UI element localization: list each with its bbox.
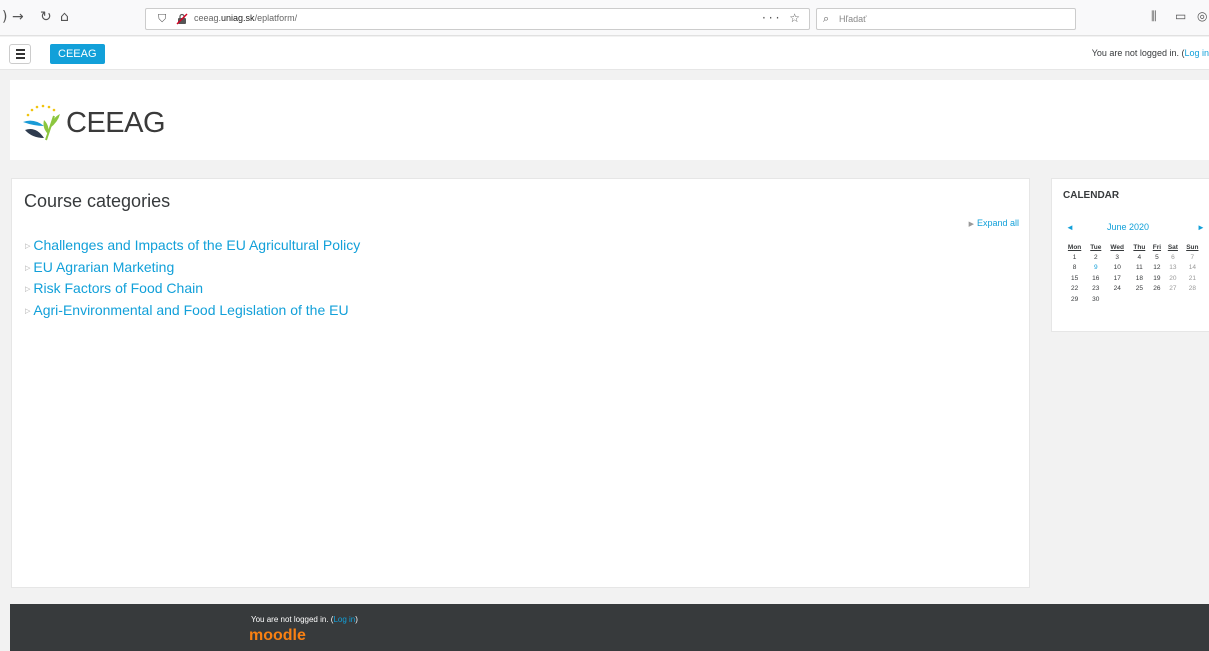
weekday-label: Sun	[1186, 244, 1199, 251]
calendar-day: 10	[1113, 264, 1121, 272]
address-bar[interactable]: ⛉ ceeag.uniag.sk/eplatform/ ··· ☆	[145, 8, 810, 30]
account-icon[interactable]: ◎	[1197, 9, 1207, 23]
calendar-day: 22	[1070, 285, 1079, 293]
menu-toggle-button[interactable]	[9, 44, 31, 64]
calendar-day: 7	[1190, 253, 1195, 261]
calendar-day: 8	[1072, 264, 1077, 272]
calendar-day: 26	[1153, 285, 1161, 293]
calendar-day: 21	[1188, 274, 1196, 282]
library-icon[interactable]: ⫼	[1151, 9, 1157, 24]
category-item[interactable]: ▷ Risk Factors of Food Chain	[25, 278, 360, 300]
calendar-day: 15	[1070, 274, 1079, 282]
calendar-grid: Mon Tue Wed Thu Fri Sat Sun 1 2 3 4 5 6 …	[1063, 243, 1203, 305]
page-header: CEEAG	[10, 80, 1209, 160]
prev-month-icon[interactable]: ◄	[1066, 223, 1074, 232]
weekday-label: Mon	[1067, 244, 1082, 251]
weekday-label: Tue	[1090, 244, 1102, 251]
calendar-day: 1	[1072, 253, 1077, 261]
weekday-label: Wed	[1110, 244, 1124, 251]
calendar-day: 12	[1153, 264, 1161, 272]
calendar-day: 24	[1113, 285, 1121, 293]
calendar-day: 17	[1113, 274, 1121, 282]
top-navbar: CEEAG You are not logged in. (Log in	[0, 37, 1209, 70]
calendar-day: 5	[1155, 253, 1159, 261]
expand-all-link[interactable]: ▶ Expand all	[969, 218, 1019, 228]
triangle-right-icon: ▷	[25, 243, 31, 250]
calendar-block: CALENDAR ◄ June 2020 ► Mon Tue Wed Thu F…	[1051, 178, 1209, 332]
calendar-day	[1150, 294, 1164, 305]
forward-arrow-icon[interactable]: →	[12, 9, 24, 25]
triangle-right-icon: ▷	[25, 286, 31, 293]
category-item[interactable]: ▷ Challenges and Impacts of the EU Agricu…	[25, 235, 360, 257]
calendar-day: 30	[1092, 295, 1100, 303]
home-icon[interactable]: ⌂	[60, 9, 69, 25]
calendar-title: CALENDAR	[1063, 190, 1120, 201]
login-info: You are not logged in. (Log in	[1091, 48, 1209, 58]
page-title: Course categories	[24, 191, 171, 211]
weekday-label: Thu	[1133, 244, 1146, 251]
weekday-label: Sat	[1167, 244, 1178, 251]
calendar-day: 6	[1171, 253, 1175, 261]
hamburger-icon	[15, 49, 25, 51]
category-item[interactable]: ▷ EU Agrarian Marketing	[25, 257, 360, 279]
category-item[interactable]: ▷ Agri-Environmental and Food Legislation…	[25, 300, 360, 322]
calendar-week-row: 1 2 3 4 5 6 7	[1063, 252, 1203, 263]
calendar-weekday-row: Mon Tue Wed Thu Fri Sat Sun	[1063, 243, 1203, 252]
page-footer: You are not logged in. (Log in) moodle	[10, 604, 1209, 651]
shield-icon[interactable]: ⛉	[158, 12, 166, 26]
triangle-right-icon: ▷	[25, 307, 31, 315]
calendar-day: 27	[1169, 285, 1177, 293]
calendar-day: 19	[1153, 274, 1161, 282]
calendar-day: 2	[1093, 253, 1098, 261]
calendar-day: 13	[1169, 264, 1177, 272]
calendar-day: 3	[1115, 253, 1119, 261]
calendar-day-today[interactable]: 9	[1086, 263, 1105, 274]
site-logo-text[interactable]: CEEAG	[66, 107, 166, 140]
calendar-day	[1129, 294, 1150, 305]
calendar-day: 14	[1188, 264, 1196, 272]
category-list: ▷ Challenges and Impacts of the EU Agricu…	[25, 235, 360, 321]
page-actions-icon[interactable]: ··· ☆	[762, 11, 803, 25]
calendar-day: 23	[1092, 285, 1100, 293]
moodle-logo[interactable]: moodle	[249, 627, 306, 645]
triangle-right-icon: ▶	[968, 221, 974, 228]
calendar-week-row: 29 30	[1063, 294, 1203, 305]
calendar-day: 29	[1070, 295, 1079, 303]
sidebar-icon[interactable]: ▭	[1175, 9, 1186, 23]
calendar-month-link[interactable]: June 2020	[1107, 222, 1149, 232]
weekday-label: Fri	[1152, 244, 1162, 251]
browser-toolbar: ) → ↻ ⌂ ⛉ ceeag.uniag.sk/eplatform/ ··· …	[0, 0, 1209, 36]
back-arrow-icon[interactable]: )	[2, 9, 7, 25]
calendar-day: 11	[1135, 264, 1143, 272]
calendar-day	[1182, 294, 1203, 305]
calendar-week-row: 8 9 10 11 12 13 14	[1063, 263, 1203, 274]
calendar-day	[1164, 294, 1182, 305]
footer-login-link[interactable]: Log in	[333, 615, 355, 624]
calendar-day: 18	[1135, 274, 1143, 282]
next-month-icon[interactable]: ►	[1197, 223, 1205, 232]
search-placeholder: Hľadať	[839, 14, 867, 24]
calendar-day: 4	[1137, 253, 1142, 261]
calendar-day: 20	[1169, 274, 1177, 282]
url-text[interactable]: ceeag.uniag.sk/eplatform/	[194, 13, 297, 23]
calendar-day: 28	[1188, 285, 1196, 293]
triangle-right-icon: ▷	[25, 264, 31, 272]
search-icon: ⌕	[823, 12, 830, 25]
main-region: Course categories ▶ Expand all ▷ Challenge…	[11, 178, 1030, 588]
calendar-week-row: 15 16 17 18 19 20 21	[1063, 273, 1203, 284]
calendar-week-row: 22 23 24 25 26 27 28	[1063, 284, 1203, 295]
insecure-lock-icon[interactable]	[176, 13, 188, 25]
reload-icon[interactable]: ↻	[40, 9, 52, 25]
calendar-day: 25	[1135, 285, 1143, 293]
footer-login-info: You are not logged in. (Log in)	[251, 615, 358, 624]
calendar-day: 16	[1092, 274, 1100, 282]
ceeag-logo-icon[interactable]	[20, 104, 64, 144]
calendar-day	[1105, 294, 1129, 305]
browser-search-box[interactable]: ⌕ Hľadať	[816, 8, 1076, 30]
site-brand-button[interactable]: CEEAG	[50, 44, 105, 64]
login-link[interactable]: Log in	[1184, 48, 1209, 58]
